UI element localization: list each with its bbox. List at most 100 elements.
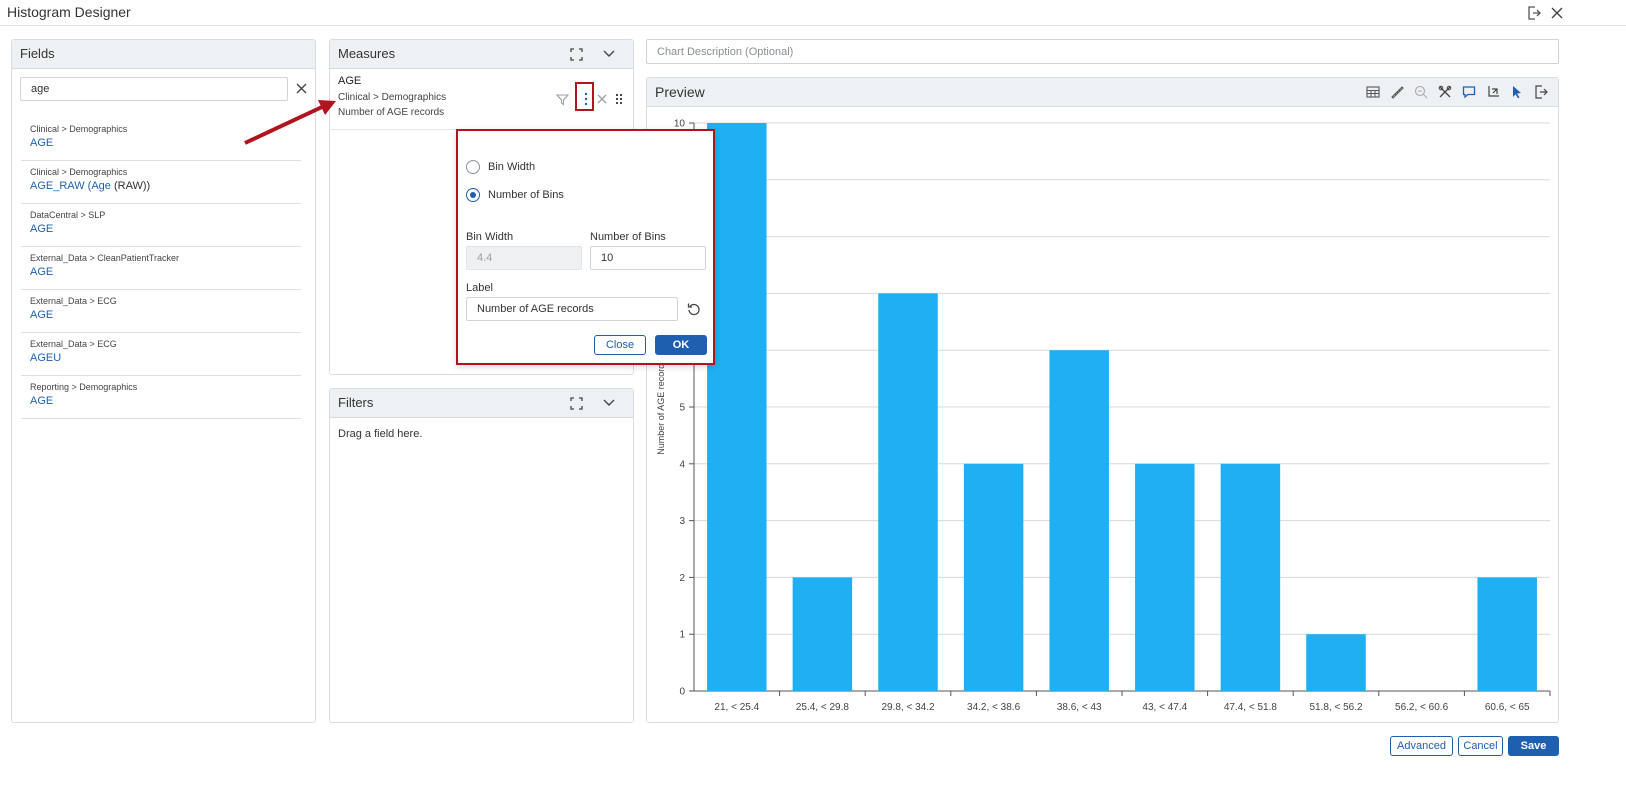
swap-axes-icon[interactable] bbox=[1484, 83, 1502, 101]
histogram-chart: 012345678910Number of AGE records21, < 2… bbox=[656, 119, 1551, 713]
field-name-part: AGE_RAW ( bbox=[30, 180, 92, 192]
remove-icon[interactable] bbox=[594, 91, 610, 107]
label-field bbox=[466, 297, 678, 321]
x-tick-label: 56.2, < 60.6 bbox=[1395, 702, 1449, 713]
histogram-bar bbox=[1477, 577, 1537, 691]
filters-drop-hint: Drag a field here. bbox=[338, 428, 423, 440]
field-path: Reporting > Demographics bbox=[30, 382, 138, 392]
field-list-item[interactable]: External_Data > CleanPatientTracker AGE bbox=[21, 247, 301, 290]
radio-button[interactable] bbox=[466, 160, 480, 174]
ruler-icon[interactable] bbox=[1388, 83, 1406, 101]
y-tick-label: 3 bbox=[679, 516, 685, 527]
measures-panel-title: Measures bbox=[338, 46, 396, 61]
expand-icon[interactable] bbox=[567, 394, 585, 412]
chevron-down-icon[interactable] bbox=[600, 394, 618, 412]
measure-path: Clinical > Demographics bbox=[338, 92, 447, 103]
preview-panel-title: Preview bbox=[655, 84, 705, 100]
title-bar: Histogram Designer bbox=[0, 0, 1626, 26]
histogram-bar bbox=[1135, 463, 1195, 691]
field-name: AGE bbox=[30, 309, 54, 321]
field-name: AGE bbox=[30, 395, 54, 407]
filter-icon[interactable] bbox=[554, 91, 570, 107]
number-of-bins-input[interactable] bbox=[591, 247, 705, 269]
y-tick-label: 4 bbox=[679, 459, 685, 470]
field-path: External_Data > ECG bbox=[30, 296, 117, 306]
field-name: AGE bbox=[30, 266, 54, 278]
fields-panel: Fields Clinical > Demographics AGE Clini… bbox=[11, 39, 316, 723]
close-icon[interactable] bbox=[1548, 4, 1566, 22]
field-name: AGE bbox=[30, 137, 54, 149]
chevron-down-icon[interactable] bbox=[600, 45, 618, 63]
label-input[interactable] bbox=[467, 298, 677, 320]
comment-icon[interactable] bbox=[1460, 83, 1478, 101]
histogram-bar bbox=[1220, 463, 1281, 691]
field-path: Clinical > Demographics bbox=[30, 167, 128, 177]
bin-width-field bbox=[466, 246, 582, 270]
histogram-bar bbox=[792, 577, 853, 691]
x-tick-label: 47.4, < 51.8 bbox=[1224, 702, 1278, 713]
field-name: AGEU bbox=[30, 352, 62, 364]
chart-description-input[interactable] bbox=[647, 40, 1558, 63]
y-axis-label: Number of AGE records bbox=[656, 359, 666, 455]
x-tick-label: 34.2, < 38.6 bbox=[967, 702, 1021, 713]
cancel-button[interactable]: Cancel bbox=[1458, 736, 1503, 756]
number-of-bins-field bbox=[590, 246, 706, 270]
chart-description bbox=[646, 39, 1559, 64]
select-pointer-icon[interactable] bbox=[1508, 83, 1526, 101]
menu-highlight-box bbox=[575, 82, 594, 111]
radio-label: Bin Width bbox=[488, 161, 536, 173]
field-name: AGE_RAW (Age (RAW)) bbox=[30, 178, 301, 194]
filters-panel-header: Filters bbox=[330, 389, 633, 418]
expand-icon[interactable] bbox=[567, 45, 585, 63]
radio-number-of-bins[interactable]: Number of Bins bbox=[466, 187, 564, 203]
filters-panel-title: Filters bbox=[338, 395, 374, 410]
advanced-button[interactable]: Advanced bbox=[1390, 736, 1453, 756]
binning-options-dialog: Bin Width Number of Bins Bin Width Numbe… bbox=[456, 129, 715, 365]
x-tick-label: 25.4, < 29.8 bbox=[796, 702, 850, 713]
histogram-bar bbox=[963, 463, 1024, 691]
measures-panel-header: Measures bbox=[330, 40, 633, 69]
field-name: AGE bbox=[30, 223, 54, 235]
export-icon[interactable] bbox=[1532, 83, 1550, 101]
field-path: External_Data > CleanPatientTracker bbox=[30, 253, 179, 263]
clear-search-icon[interactable] bbox=[293, 80, 309, 96]
x-tick-label: 43, < 47.4 bbox=[1142, 702, 1187, 713]
histogram-bar bbox=[878, 293, 938, 691]
radio-bin-width[interactable]: Bin Width bbox=[466, 159, 535, 175]
field-list: Clinical > Demographics AGE Clinical > D… bbox=[21, 118, 301, 419]
bin-width-label: Bin Width bbox=[466, 231, 514, 243]
radio-button-selected[interactable] bbox=[466, 188, 480, 202]
reset-icon[interactable] bbox=[686, 301, 702, 317]
ok-button[interactable]: OK bbox=[655, 335, 707, 355]
field-list-item[interactable]: DataCentral > SLP AGE bbox=[21, 204, 301, 247]
preview-panel-header: Preview bbox=[647, 78, 1558, 107]
x-tick-label: 38.6, < 43 bbox=[1057, 702, 1102, 713]
field-list-item[interactable]: External_Data > ECG AGEU bbox=[21, 333, 301, 376]
drag-handle-icon[interactable] bbox=[611, 91, 627, 107]
zoom-out-icon[interactable] bbox=[1412, 83, 1430, 101]
field-list-item[interactable]: External_Data > ECG AGE bbox=[21, 290, 301, 333]
x-tick-label: 21, < 25.4 bbox=[714, 702, 759, 713]
field-list-item[interactable]: Clinical > Demographics AGE_RAW (Age (RA… bbox=[21, 161, 301, 204]
close-button[interactable]: Close bbox=[594, 335, 646, 355]
measure-name: AGE bbox=[338, 75, 362, 87]
x-tick-label: 60.6, < 65 bbox=[1485, 702, 1530, 713]
label-field-label: Label bbox=[466, 282, 493, 294]
save-button[interactable]: Save bbox=[1508, 736, 1559, 756]
y-tick-label: 2 bbox=[679, 573, 685, 584]
preview-panel: Preview 012345678910Number of AGE record… bbox=[646, 77, 1559, 723]
fields-panel-header: Fields bbox=[12, 40, 315, 69]
field-search-input[interactable] bbox=[21, 78, 287, 100]
x-tick-label: 29.8, < 34.2 bbox=[881, 702, 935, 713]
field-list-item[interactable]: Reporting > Demographics AGE bbox=[21, 376, 301, 419]
tools-icon[interactable] bbox=[1436, 83, 1454, 101]
histogram-bar bbox=[1049, 350, 1109, 691]
field-list-item[interactable]: Clinical > Demographics AGE bbox=[21, 118, 301, 161]
fields-panel-title: Fields bbox=[20, 46, 55, 61]
histogram-bar bbox=[707, 123, 767, 691]
field-path: External_Data > ECG bbox=[30, 339, 117, 349]
measure-label: Number of AGE records bbox=[338, 107, 445, 118]
filters-panel: Filters Drag a field here. bbox=[329, 388, 634, 723]
exit-icon[interactable] bbox=[1525, 4, 1543, 22]
table-icon[interactable] bbox=[1364, 83, 1382, 101]
